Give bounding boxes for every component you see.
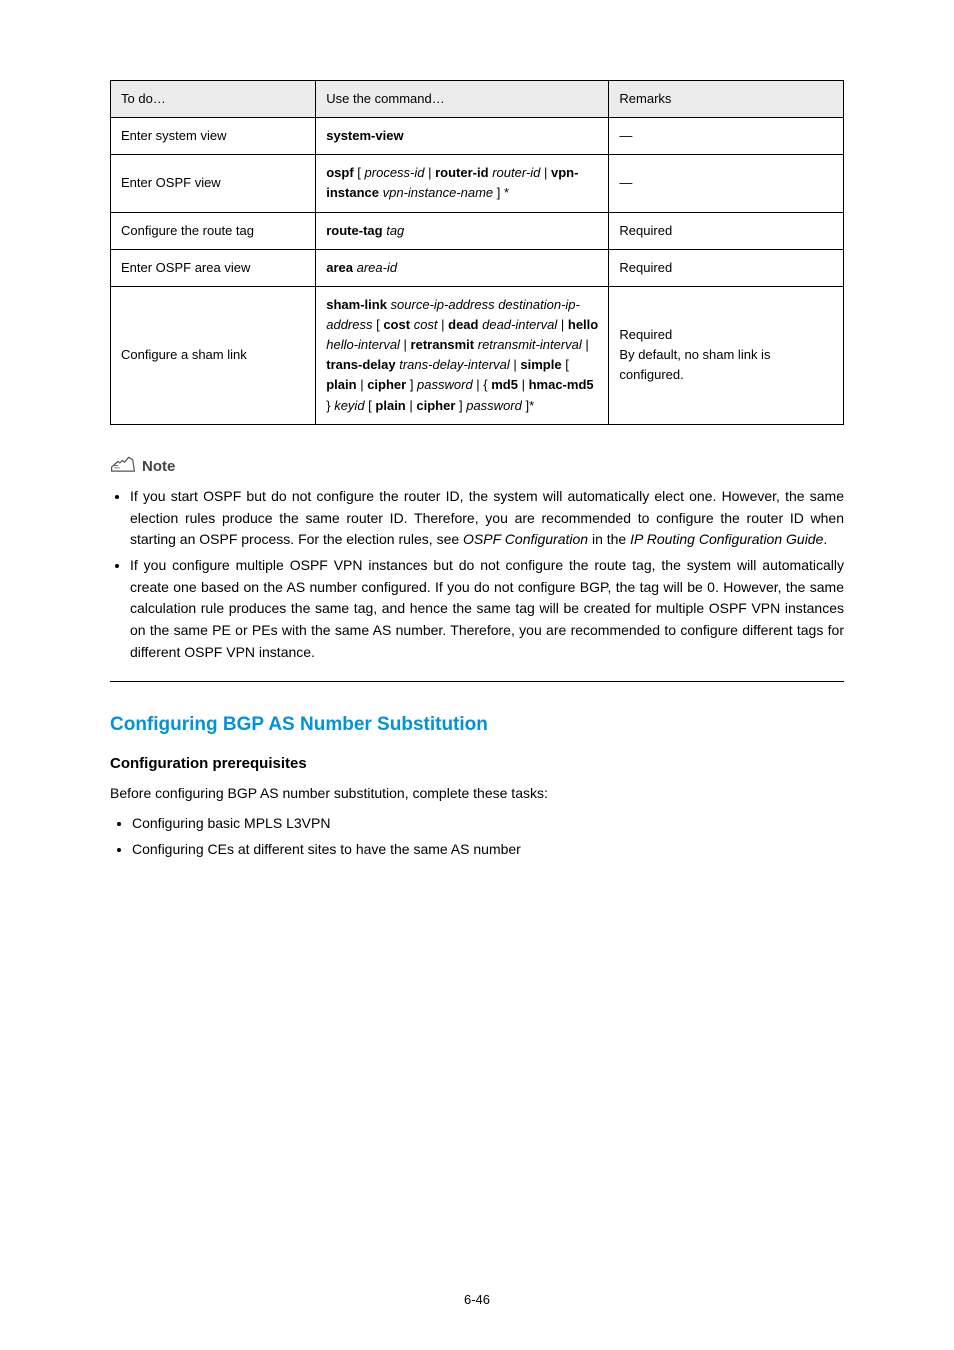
note-heading: Note — [110, 453, 844, 480]
note-divider — [110, 681, 844, 682]
th-remarks: Remarks — [609, 81, 844, 118]
note-list: If you start OSPF but do not configure t… — [110, 486, 844, 664]
table-row: Configure the route tagroute-tag tagRequ… — [111, 212, 844, 249]
cell-todo: Enter OSPF area view — [111, 249, 316, 286]
cell-command: system-view — [316, 118, 609, 155]
cell-remarks: — — [609, 118, 844, 155]
table-row: Enter OSPF viewospf [ process-id | route… — [111, 155, 844, 212]
cell-todo: Enter system view — [111, 118, 316, 155]
cell-todo: Configure a sham link — [111, 286, 316, 424]
cell-command: sham-link source-ip-address destination-… — [316, 286, 609, 424]
section-title: Configuring BGP AS Number Substitution — [110, 710, 844, 739]
table-row: Configure a sham linksham-link source-ip… — [111, 286, 844, 424]
cell-command: area area-id — [316, 249, 609, 286]
cell-command: route-tag tag — [316, 212, 609, 249]
page-number: 6-46 — [0, 1290, 954, 1310]
list-item: Configuring basic MPLS L3VPN — [132, 813, 844, 835]
list-item: If you configure multiple OSPF VPN insta… — [130, 555, 844, 663]
subsection-title: Configuration prerequisites — [110, 752, 844, 775]
cell-todo: Configure the route tag — [111, 212, 316, 249]
note-hand-icon — [110, 453, 136, 480]
cell-remarks: Required — [609, 249, 844, 286]
cell-remarks: Required — [609, 212, 844, 249]
list-item: If you start OSPF but do not configure t… — [130, 486, 844, 551]
cell-remarks: RequiredBy default, no sham link is conf… — [609, 286, 844, 424]
cell-command: ospf [ process-id | router-id router-id … — [316, 155, 609, 212]
note-label: Note — [142, 455, 175, 478]
th-use: Use the command… — [316, 81, 609, 118]
subsection-para: Before configuring BGP AS number substit… — [110, 783, 844, 805]
cell-todo: Enter OSPF view — [111, 155, 316, 212]
table-row: Enter system viewsystem-view— — [111, 118, 844, 155]
prereq-list: Configuring basic MPLS L3VPN Configuring … — [110, 813, 844, 860]
list-item: Configuring CEs at different sites to ha… — [132, 839, 844, 861]
cell-remarks: — — [609, 155, 844, 212]
command-table: To do… Use the command… Remarks Enter sy… — [110, 80, 844, 425]
table-row: Enter OSPF area viewarea area-idRequired — [111, 249, 844, 286]
th-todo: To do… — [111, 81, 316, 118]
